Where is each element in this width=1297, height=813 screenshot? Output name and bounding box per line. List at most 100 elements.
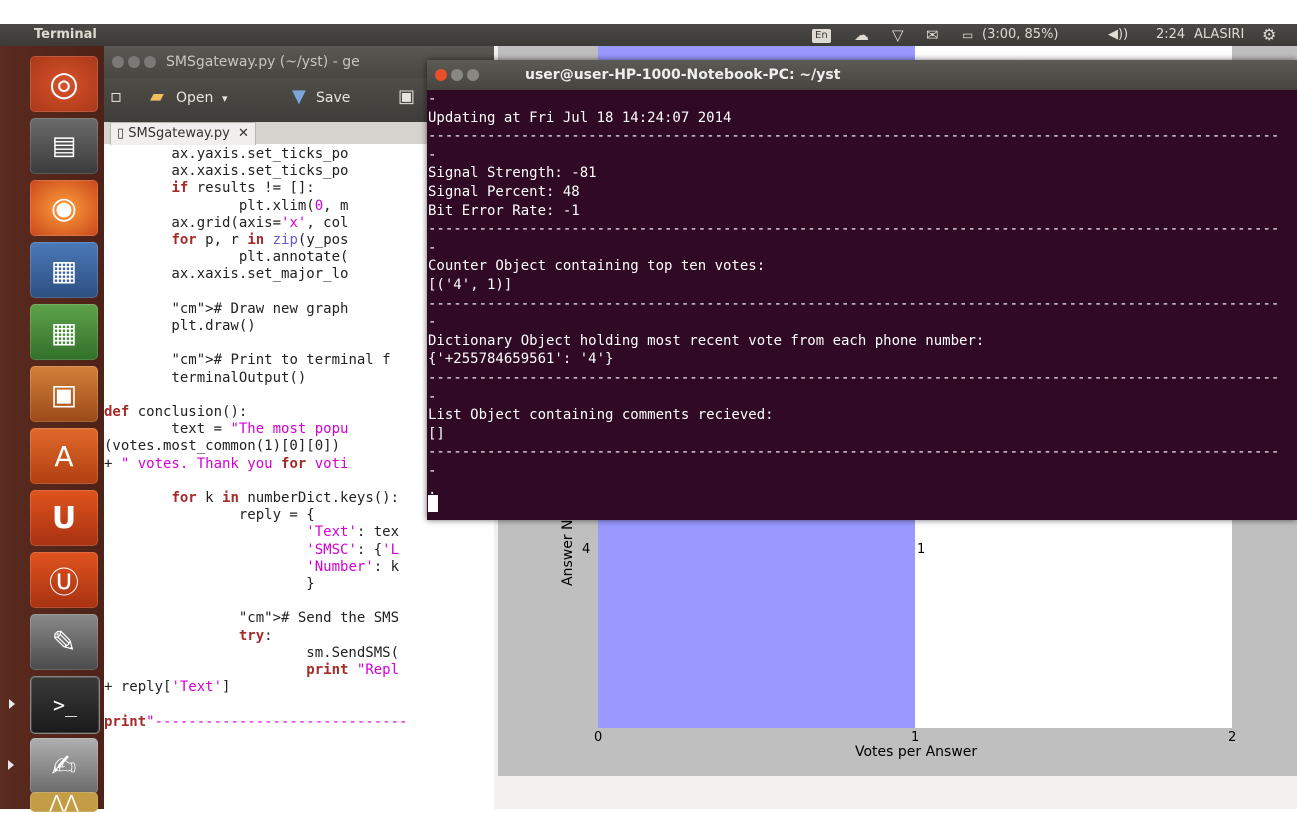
- x-tick-label-1: 1: [911, 730, 920, 745]
- maximize-icon[interactable]: [467, 69, 479, 81]
- code-line: 'Number': k: [306, 558, 400, 575]
- mail-icon[interactable]: ✉: [926, 24, 939, 46]
- clock[interactable]: 2:24: [1156, 24, 1185, 46]
- code-line: def conclusion():: [104, 404, 248, 420]
- file-cabinet-icon: ▤: [51, 131, 77, 161]
- terminal-line: {'+255784659561': '4'}: [428, 351, 614, 368]
- terminal-line: []: [428, 425, 445, 442]
- chart-app-launcher[interactable]: ⋀⋀: [30, 791, 98, 813]
- network-icon[interactable]: ▽: [892, 24, 904, 46]
- writer-launcher[interactable]: ▦: [30, 242, 98, 298]
- spreadsheet-icon: ▦: [50, 315, 78, 349]
- terminal-line: ----------------------------------------…: [428, 221, 1280, 238]
- panel-app-title: Terminal: [34, 27, 97, 42]
- terminal-line: -: [428, 314, 437, 331]
- code-line: 'SMSC': {'L: [306, 541, 400, 558]
- impress-launcher[interactable]: ▣: [30, 366, 98, 422]
- ubuntu-logo-icon: ◎: [49, 64, 79, 104]
- ubuntu-one-launcher[interactable]: U: [30, 490, 98, 546]
- close-icon[interactable]: [112, 56, 124, 68]
- running-indicator-icon: [9, 699, 15, 709]
- terminal-window-title: user@user-HP-1000-Notebook-PC: ~/yst: [525, 67, 841, 83]
- terminal-line: -: [428, 91, 437, 107]
- code-line: }: [104, 576, 315, 592]
- close-icon[interactable]: [435, 69, 447, 81]
- close-tab-icon[interactable]: ✕: [238, 126, 249, 141]
- code-line: + reply['Text']: [104, 679, 231, 696]
- file-icon: ▯: [117, 126, 125, 141]
- keyboard-indicator[interactable]: En: [812, 24, 831, 46]
- battery-icon[interactable]: ▭: [962, 24, 973, 46]
- code-line: if results != []:: [171, 180, 315, 197]
- code-line: ax.xaxis.set_major_lo: [104, 266, 349, 283]
- unity-launcher: ◎ ▤ ◉ ▦ ▦ ▣ A U Ⓤ ✎ >_ ✍ ⋀⋀: [0, 46, 104, 813]
- code-line: "cm"># Print to terminal f: [171, 352, 391, 369]
- software-center-launcher[interactable]: A: [30, 428, 98, 484]
- terminal-cursor: [428, 495, 438, 513]
- code-line: plt.xlim(0, m: [104, 197, 349, 214]
- terminal-line: Signal Percent: 48: [428, 184, 580, 200]
- volume-icon[interactable]: ◀)): [1108, 24, 1128, 46]
- minimize-icon[interactable]: [128, 56, 140, 68]
- chart-app-icon: ⋀⋀: [49, 791, 79, 813]
- save-icon: ▼: [292, 86, 306, 107]
- code-line: (votes.most_common(1)[0][0]): [104, 438, 341, 455]
- chevron-down-icon[interactable]: ▾: [222, 92, 228, 105]
- cloud-icon[interactable]: ☁: [854, 24, 869, 46]
- terminal-line: ----------------------------------------…: [428, 128, 1280, 145]
- x-axis-label: Votes per Answer: [855, 744, 978, 760]
- code-line: "cm"># Send the SMS: [238, 610, 400, 627]
- terminal-line: -: [428, 239, 437, 256]
- code-line: terminalOutput(): [104, 369, 307, 386]
- terminal-line: [('4', 1)]: [428, 277, 513, 293]
- code-line: print "Repl: [306, 662, 400, 678]
- code-line: text = "The most popu: [104, 421, 349, 438]
- calc-launcher[interactable]: ▦: [30, 304, 98, 360]
- terminal-line: List Object containing comments recieved…: [428, 407, 774, 424]
- terminal-line: Bit Error Rate: -1: [428, 202, 580, 219]
- user-name[interactable]: ALASIRI: [1194, 24, 1244, 46]
- terminal-line: ----------------------------------------…: [428, 370, 1280, 386]
- terminal-line: Dictionary Object holding most recent vo…: [428, 332, 985, 349]
- save-button[interactable]: Save: [316, 90, 350, 106]
- code-line: plt.annotate(: [104, 249, 349, 266]
- code-line: ax.yaxis.set_ticks_po: [104, 146, 349, 162]
- terminal-launcher[interactable]: >_: [9, 676, 100, 734]
- maximize-icon[interactable]: [144, 56, 156, 68]
- files-launcher[interactable]: ▤: [30, 118, 98, 174]
- keyboard-layout-label: En: [812, 29, 831, 43]
- wrench-icon: ✎: [51, 624, 77, 660]
- settings-launcher[interactable]: ✎: [30, 614, 98, 670]
- ubuntu-one-icon: U: [51, 500, 77, 536]
- code-line: ax.xaxis.set_ticks_po: [104, 163, 349, 180]
- terminal-output[interactable]: - Updating at Fri Jul 18 14:24:07 2014 ---…: [427, 90, 1297, 520]
- gedit-launcher[interactable]: ✍: [8, 738, 98, 794]
- headphones-icon: Ⓤ: [49, 566, 79, 601]
- shopping-bag-icon: A: [54, 439, 74, 473]
- presentation-icon: ▣: [50, 377, 78, 411]
- power-gear-icon[interactable]: ⚙: [1262, 24, 1276, 46]
- x-tick-label-0: 0: [594, 730, 603, 745]
- terminal-icon: >_: [52, 693, 78, 717]
- terminal-line: Updating at Fri Jul 18 14:24:07 2014: [428, 109, 732, 126]
- firefox-launcher[interactable]: ◉: [30, 180, 98, 236]
- battery-status[interactable]: (3:00, 85%): [982, 24, 1059, 46]
- terminal-line: Signal Strength: -81: [428, 165, 597, 182]
- code-line: "cm"># Draw new graph: [171, 300, 349, 317]
- music-launcher[interactable]: Ⓤ: [30, 552, 98, 608]
- code-line: for p, r in zip(y_pos: [171, 232, 349, 248]
- new-document-icon[interactable]: ▫: [110, 86, 122, 107]
- open-button[interactable]: Open: [176, 90, 213, 106]
- tab-smsgateway[interactable]: ▯ SMSgateway.py ✕: [110, 122, 256, 145]
- minimize-icon[interactable]: [451, 69, 463, 81]
- gedit-window-title: SMSgateway.py (~/yst) - ge: [166, 54, 360, 70]
- terminal-line: -: [428, 388, 437, 405]
- terminal-window: user@user-HP-1000-Notebook-PC: ~/yst - Up…: [427, 60, 1297, 520]
- print-icon[interactable]: ▣: [398, 86, 415, 107]
- terminal-line: ----------------------------------------…: [428, 295, 1280, 312]
- dash-home-button[interactable]: ◎: [30, 56, 98, 112]
- code-line: sm.SendSMS(: [104, 644, 400, 661]
- code-line: for k in numberDict.keys():: [171, 490, 400, 506]
- y-tick-label: 4: [582, 542, 591, 557]
- folder-icon: ▰: [150, 86, 164, 107]
